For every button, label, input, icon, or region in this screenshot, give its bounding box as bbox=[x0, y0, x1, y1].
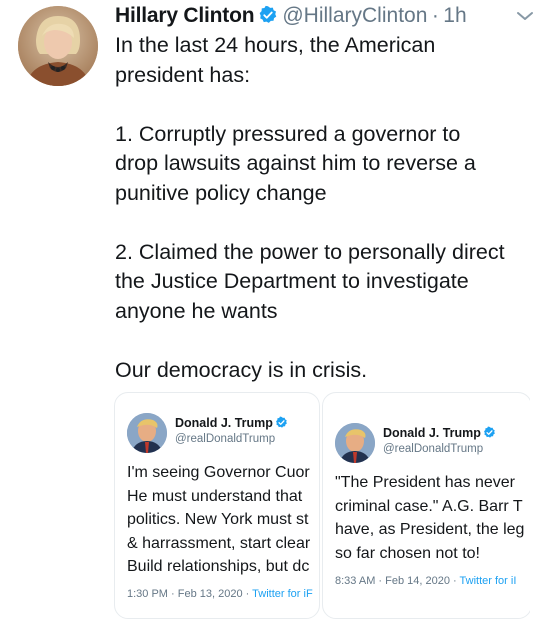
attached-images[interactable]: Donald J. Trump @realDonaldTrump I'm see… bbox=[114, 392, 530, 620]
embedded-tweet-time: 8:33 AM · Feb 14, 2020 · bbox=[335, 575, 460, 587]
tweet-body: In the last 24 hours, the American presi… bbox=[115, 33, 505, 382]
embedded-author-handle: @realDonaldTrump bbox=[175, 433, 276, 445]
embedded-tweet-header: Donald J. Trump @realDonaldTrump bbox=[127, 413, 288, 453]
tweet-timestamp[interactable]: 1h bbox=[443, 4, 466, 27]
embedded-tweet-time: 1:30 PM · Feb 13, 2020 · bbox=[127, 588, 253, 600]
verified-badge-icon bbox=[260, 5, 277, 23]
embedded-author-avatar bbox=[335, 423, 375, 463]
embedded-tweet-header: Donald J. Trump @realDonaldTrump bbox=[335, 423, 496, 463]
author-handle[interactable]: @HillaryClinton bbox=[282, 4, 427, 27]
separator-dot: · bbox=[431, 4, 439, 27]
verified-badge-icon bbox=[276, 416, 287, 428]
embedded-tweet-meta: 1:30 PM · Feb 13, 2020 · Twitter for iF bbox=[127, 588, 313, 600]
embedded-author-name: Donald J. Trump bbox=[175, 416, 273, 430]
chevron-down-icon[interactable] bbox=[515, 8, 535, 24]
embedded-author-handle: @realDonaldTrump bbox=[383, 443, 484, 455]
author-avatar[interactable] bbox=[18, 6, 98, 86]
verified-badge-icon bbox=[484, 426, 495, 438]
embedded-tweet-meta: 8:33 AM · Feb 14, 2020 · Twitter for iI bbox=[335, 575, 516, 587]
embedded-tweet-card[interactable]: Donald J. Trump @realDonaldTrump I'm see… bbox=[114, 392, 320, 619]
embedded-author-avatar bbox=[127, 413, 167, 453]
embedded-tweet-source: Twitter for iF bbox=[252, 588, 313, 600]
embedded-author-name: Donald J. Trump bbox=[383, 426, 481, 440]
embedded-tweet-text: I'm seeing Governor Cuor He must underst… bbox=[127, 464, 311, 575]
embedded-tweet-text: "The President has never criminal case."… bbox=[335, 474, 525, 562]
embedded-tweet-source: Twitter for iI bbox=[459, 575, 517, 587]
author-name[interactable]: Hillary Clinton bbox=[115, 4, 255, 27]
tweet-header: Hillary Clinton @HillaryClinton · 1h bbox=[115, 4, 535, 32]
embedded-tweet-card[interactable]: Donald J. Trump @realDonaldTrump "The Pr… bbox=[322, 392, 530, 619]
